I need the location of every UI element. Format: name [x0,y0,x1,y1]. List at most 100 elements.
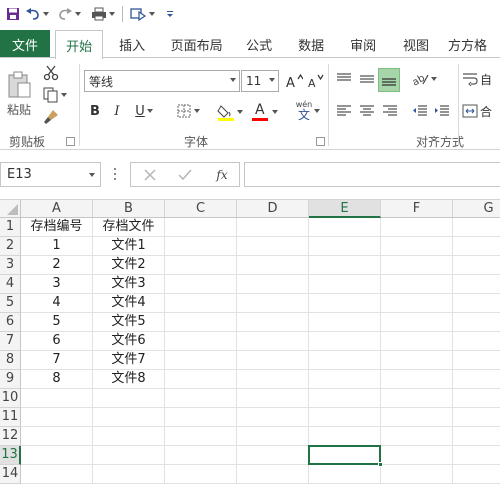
customize-toolbar-button[interactable] [161,3,179,25]
formula-input[interactable] [244,162,500,187]
cell-a3[interactable]: 2 [21,256,93,275]
column-header-a[interactable]: A [21,200,93,218]
fill-color-button[interactable] [214,100,246,124]
row-header-12[interactable]: 12 [0,427,21,446]
cell-b11[interactable] [93,408,165,427]
column-header-c[interactable]: C [165,200,237,218]
align-top-button[interactable] [334,68,354,90]
cell-a8[interactable]: 7 [21,351,93,370]
italic-button[interactable]: I [108,100,126,122]
cell-f2[interactable] [381,237,453,256]
cell-a6[interactable]: 5 [21,313,93,332]
cell-g13[interactable] [453,446,500,465]
cell-d10[interactable] [237,389,309,408]
redo-button[interactable] [56,3,82,25]
tab-fangfang[interactable]: 方方格 [442,30,500,58]
tab-page-layout[interactable]: 页面布局 [161,30,232,58]
cell-c12[interactable] [165,427,237,446]
tab-file[interactable]: 文件 [0,30,51,58]
column-header-b[interactable]: B [93,200,165,218]
spreadsheet-grid[interactable]: A B C D E F G 1 存档编号 存档文件 2 1 文件1 3 2 文件2 4 3 文件3 5 4 文件4 6 5 文件… [0,200,500,500]
cell-b14[interactable] [93,465,165,484]
tab-data[interactable]: 数据 [286,30,336,58]
align-bottom-button[interactable] [378,68,400,92]
cell-d7[interactable] [237,332,309,351]
cell-g10[interactable] [453,389,500,408]
align-right-button[interactable] [380,100,400,122]
phonetic-button[interactable]: wén 文 [292,98,324,124]
column-header-d[interactable]: D [237,200,309,218]
cell-e14[interactable] [309,465,381,484]
insert-function-button[interactable]: fx [210,166,234,184]
cell-a5[interactable]: 4 [21,294,93,313]
cell-b4[interactable]: 文件3 [93,275,165,294]
cell-a11[interactable] [21,408,93,427]
cell-c13[interactable] [165,446,237,465]
name-box[interactable]: E13 [0,162,101,187]
cell-g12[interactable] [453,427,500,446]
cell-c14[interactable] [165,465,237,484]
cell-g11[interactable] [453,408,500,427]
cell-a13[interactable] [21,446,93,465]
row-header-11[interactable]: 11 [0,408,21,427]
cell-e1[interactable] [309,218,381,237]
cell-b13[interactable] [93,446,165,465]
bold-button[interactable]: B [86,100,104,122]
cell-a4[interactable]: 3 [21,275,93,294]
font-launcher-button[interactable] [316,137,325,146]
row-header-13[interactable]: 13 [0,446,21,465]
cell-d3[interactable] [237,256,309,275]
cell-f7[interactable] [381,332,453,351]
cell-d9[interactable] [237,370,309,389]
wrap-text-button[interactable]: 自 [462,68,500,90]
orientation-button[interactable]: ab [410,68,438,90]
cell-d11[interactable] [237,408,309,427]
print-button[interactable] [88,3,118,25]
formula-bar-grip[interactable] [114,168,117,180]
cell-b3[interactable]: 文件2 [93,256,165,275]
cell-c10[interactable] [165,389,237,408]
cell-b7[interactable]: 文件6 [93,332,165,351]
cell-b2[interactable]: 文件1 [93,237,165,256]
cell-g3[interactable] [453,256,500,275]
cell-e12[interactable] [309,427,381,446]
cell-g9[interactable] [453,370,500,389]
paste-button[interactable]: 粘贴 [4,64,34,124]
cell-b1[interactable]: 存档文件 [93,218,165,237]
cell-g6[interactable] [453,313,500,332]
cell-b5[interactable]: 文件4 [93,294,165,313]
cell-d6[interactable] [237,313,309,332]
tab-formulas[interactable]: 公式 [232,30,286,58]
align-middle-button[interactable] [357,68,377,90]
cell-g8[interactable] [453,351,500,370]
row-header-14[interactable]: 14 [0,465,21,484]
cell-f13[interactable] [381,446,453,465]
decrease-font-size-button[interactable]: A [306,70,326,92]
select-all-button[interactable] [0,200,21,218]
cell-f1[interactable] [381,218,453,237]
cancel-button[interactable] [140,166,160,184]
row-header-10[interactable]: 10 [0,389,21,408]
cell-e10[interactable] [309,389,381,408]
cell-b6[interactable]: 文件5 [93,313,165,332]
cell-g5[interactable] [453,294,500,313]
enter-button[interactable] [175,166,195,184]
cell-c7[interactable] [165,332,237,351]
borders-button[interactable] [172,100,204,122]
row-header-7[interactable]: 7 [0,332,21,351]
row-header-9[interactable]: 9 [0,370,21,389]
cell-e7[interactable] [309,332,381,351]
cell-e3[interactable] [309,256,381,275]
cell-f12[interactable] [381,427,453,446]
font-size-combo[interactable]: 11 [241,70,279,92]
cell-e5[interactable] [309,294,381,313]
tab-review[interactable]: 审阅 [336,30,390,58]
column-header-g[interactable]: G [453,200,500,218]
cell-f8[interactable] [381,351,453,370]
row-header-3[interactable]: 3 [0,256,21,275]
cell-c2[interactable] [165,237,237,256]
cell-a10[interactable] [21,389,93,408]
cell-a1[interactable]: 存档编号 [21,218,93,237]
cell-c11[interactable] [165,408,237,427]
cell-d14[interactable] [237,465,309,484]
